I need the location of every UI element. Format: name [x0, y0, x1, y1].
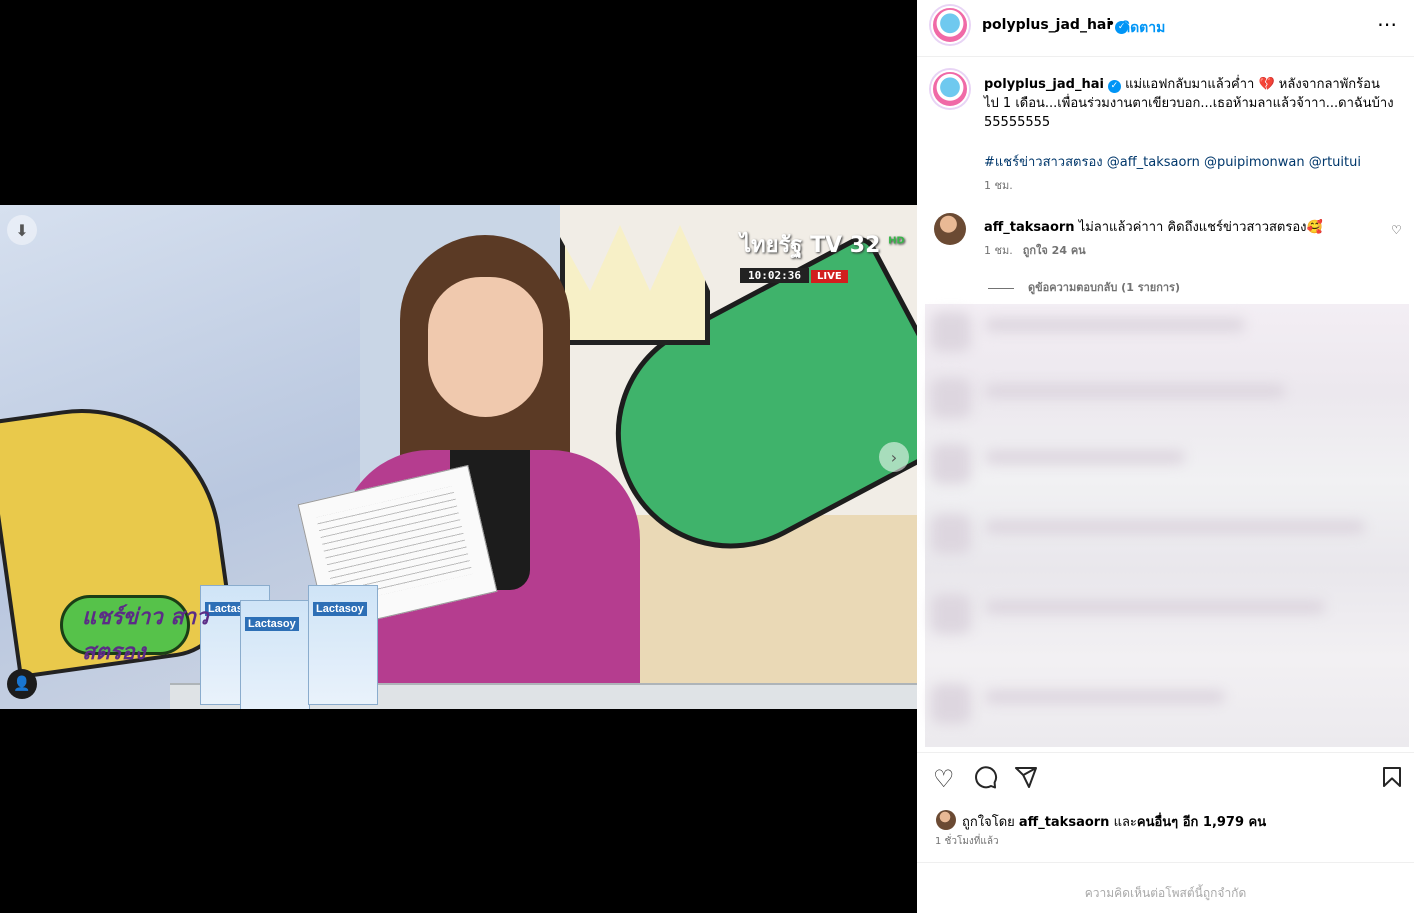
caption-text: polyplus_jad_hai ✓ แม่แอฟกลับมาแล้วค่ำา 💔…: [984, 75, 1394, 132]
blurred-comments: [925, 304, 1409, 747]
likes-user[interactable]: aff_taksaorn: [1019, 815, 1110, 830]
presenter: [340, 235, 640, 709]
user-tag-icon[interactable]: 👤: [7, 669, 37, 699]
likes-and: และ: [1113, 815, 1137, 830]
likes-prefix: ถูกใจโดย: [962, 815, 1015, 830]
video-frame[interactable]: แชร์ข่าว สาวสตรอง ไทยรัฐ TV 32 HD 10:02:…: [0, 205, 917, 709]
comment-meta: 1 ชม. ถูกใจ 24 คน: [984, 241, 1086, 259]
comment-text: aff_taksaorn ไม่ลาแล้วค่าาา คิดถึงแชร์ข่…: [984, 216, 1374, 237]
blurred-block: [931, 684, 971, 724]
product-box: [240, 600, 310, 709]
follow-button[interactable]: ติดตาม: [1121, 17, 1165, 39]
separator-dot: •: [1107, 16, 1116, 32]
comment-like-count[interactable]: ถูกใจ 24 คน: [1023, 244, 1086, 257]
avatar[interactable]: [936, 810, 956, 830]
blurred-block: [931, 312, 971, 352]
avatar[interactable]: [934, 213, 966, 245]
blurred-block: [931, 444, 971, 484]
channel-name: ไทยรัฐ TV 32 HD: [740, 227, 905, 262]
post-media-area: แชร์ข่าว สาวสตรอง ไทยรัฐ TV 32 HD 10:02:…: [0, 0, 917, 913]
blurred-block: [985, 520, 1365, 534]
post-header: polyplus_jad_hai ✓ • ติดตาม ⋯: [917, 0, 1414, 57]
product-box: [308, 585, 378, 705]
caption-hashtags[interactable]: #แชร์ข่าวสาวสตรอง @aff_taksaorn @puipimo…: [984, 151, 1394, 172]
comment-username[interactable]: aff_taksaorn: [984, 220, 1075, 235]
comment-body: ไม่ลาแล้วค่าาา คิดถึงแชร์ข่าวสาวสตรอง🥰: [1078, 220, 1323, 235]
blurred-block: [985, 450, 1185, 464]
presenter-face: [428, 277, 543, 417]
blurred-block: [931, 514, 971, 554]
channel-name-text: ไทยรัฐ TV 32: [740, 233, 881, 258]
likes-others[interactable]: คนอื่นๆ อีก 1,979 คน: [1137, 815, 1266, 830]
comment-like-icon[interactable]: ♡: [1391, 223, 1402, 237]
share-icon-svg: [1015, 767, 1037, 788]
bookmark-icon[interactable]: [1380, 765, 1404, 795]
live-badge: LIVE: [810, 270, 848, 283]
blurred-block: [931, 378, 971, 418]
broadcast-clock: 10:02:36: [740, 268, 809, 283]
blurred-block: [985, 384, 1285, 398]
bookmark-icon-svg: [1383, 767, 1401, 787]
avatar[interactable]: [931, 6, 969, 44]
caption-username[interactable]: polyplus_jad_hai: [984, 77, 1104, 92]
caption-time[interactable]: 1 ชม.: [984, 176, 1013, 194]
channel-hd-badge: HD: [888, 235, 905, 247]
next-slide-button[interactable]: ›: [879, 442, 909, 472]
action-bar: ♡: [917, 752, 1414, 804]
more-options-icon[interactable]: ⋯: [1377, 12, 1398, 36]
post-detail-panel: polyplus_jad_hai ✓ • ติดตาม ⋯ polyplus_ja…: [917, 0, 1414, 913]
comment-time[interactable]: 1 ชม.: [984, 244, 1013, 257]
post-timestamp[interactable]: 1 ชั่วโมงที่แล้ว: [935, 834, 999, 849]
blurred-block: [985, 318, 1245, 332]
heart-icon[interactable]: ♡: [933, 765, 955, 793]
comment-icon-svg: [975, 766, 998, 789]
share-icon[interactable]: [1014, 765, 1038, 795]
show-logo: แชร์ข่าว สาวสตรอง: [40, 577, 210, 667]
channel-overlay: ไทยรัฐ TV 32 HD 10:02:36 LIVE: [740, 227, 905, 283]
header-username-text[interactable]: polyplus_jad_hai: [982, 17, 1111, 33]
comments-limited-notice: ความคิดเห็นต่อโพสต์นี้ถูกจำกัด: [1084, 886, 1247, 900]
blurred-block: [931, 594, 971, 634]
avatar[interactable]: [931, 70, 969, 108]
verified-icon: ✓: [1107, 80, 1121, 93]
comment-icon[interactable]: [974, 765, 998, 795]
likes-text[interactable]: ถูกใจโดย aff_taksaorn และคนอื่นๆ อีก 1,9…: [962, 811, 1266, 832]
blurred-block: [985, 600, 1325, 614]
comment-footer: ความคิดเห็นต่อโพสต์นี้ถูกจำกัด: [917, 862, 1414, 913]
blurred-block: [985, 690, 1225, 704]
download-icon[interactable]: ⬇: [7, 215, 37, 245]
view-replies-button[interactable]: ดูข้อความตอบกลับ (1 รายการ): [988, 278, 1180, 296]
show-logo-text: แชร์ข่าว สาวสตรอง: [82, 605, 209, 665]
